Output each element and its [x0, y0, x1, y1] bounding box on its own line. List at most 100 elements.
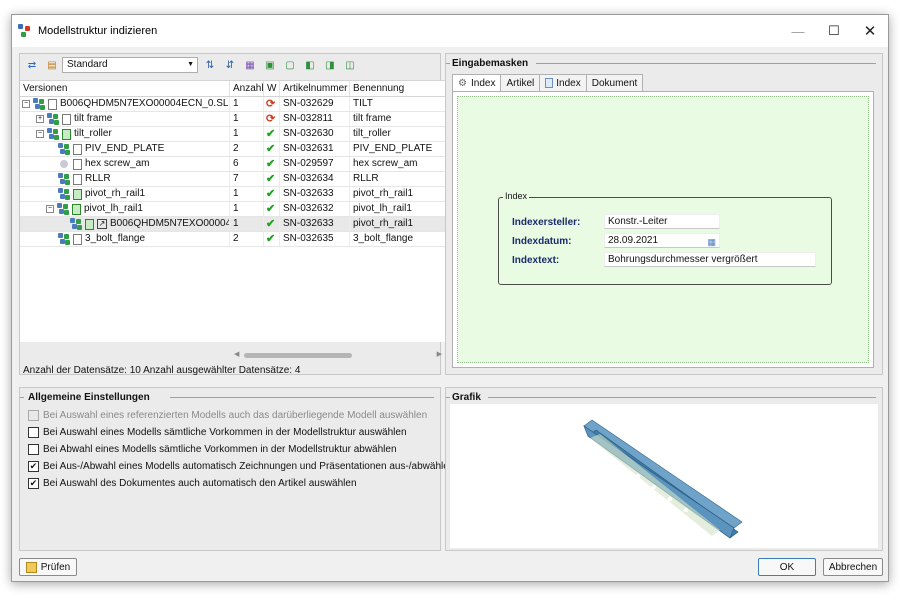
tree-horizontal-scrollbar[interactable]: ◀ ▶: [234, 351, 442, 360]
setting-checkbox[interactable]: [28, 427, 39, 438]
tree-cell-status: ✔: [264, 157, 280, 171]
tree-cell-name: + tilt frame: [20, 112, 230, 126]
tree-row[interactable]: hex screw_am 6 ✔ SN-029597 hex screw_am: [20, 157, 446, 172]
maximize-button[interactable]: ☐: [816, 15, 852, 47]
document-icon: [73, 173, 82, 185]
tree-item-label: pivot_lh_rail1: [84, 203, 143, 214]
index-date-field[interactable]: 28.09.2021 ▦: [604, 233, 720, 248]
index-creator-field[interactable]: Konstr.-Leiter: [604, 214, 720, 229]
minimize-button[interactable]: —: [780, 15, 816, 47]
checkmark-icon: ✔: [266, 173, 276, 185]
tree-cell-status: ⟳: [264, 97, 280, 111]
tree-row[interactable]: − B006QHDM5N7EXO00004ECN_0.SLDASM1⟳ SN-032…: [20, 97, 446, 112]
tree-row[interactable]: − pivot_lh_rail1 1 ✔ SN-032632 pivot_lh_rail1: [20, 202, 446, 217]
setting-checkbox[interactable]: ✔: [28, 461, 39, 472]
assembly-icon: [58, 173, 71, 185]
tree-item-label: B006QHDM5N7EXO00004ECN_0.SLDASM: [60, 98, 229, 109]
ok-button[interactable]: OK: [758, 558, 816, 576]
tree-row[interactable]: PIV_END_PLATE 2 ✔ SN-032631 PIV_END_PLATE: [20, 142, 446, 157]
tab-content: Index Indexersteller: Konstr.-Leiter Ind…: [452, 91, 874, 368]
tab-label: Artikel: [506, 77, 535, 89]
tab-index-active[interactable]: ⚙ Index: [452, 74, 502, 92]
setting-checkbox[interactable]: [28, 444, 39, 455]
tab-index-document[interactable]: Index: [539, 74, 587, 91]
assembly-icon: [47, 113, 60, 125]
tree-row[interactable]: 3_bolt_flange 2 ✔ SN-032635 3_bolt_flange: [20, 232, 446, 247]
settings-panel: Allgemeine Einstellungen Bei Auswahl ein…: [19, 387, 454, 551]
col-title[interactable]: Benennung: [350, 81, 446, 96]
expand-icon[interactable]: +: [36, 115, 44, 123]
setting-option[interactable]: Bei Auswahl eines Modells sämtliche Vork…: [28, 427, 407, 438]
tree-row[interactable]: + tilt frame 1 ⟳ SN-032811 tilt frame: [20, 112, 446, 127]
setting-option[interactable]: ✔ Bei Auswahl des Dokumentes auch automat…: [28, 478, 357, 489]
collapse-icon[interactable]: −: [22, 100, 30, 108]
document-icon: [73, 188, 82, 200]
deselect-all-icon[interactable]: ▢: [282, 57, 298, 73]
tree-cell-article: SN-032634: [280, 172, 350, 186]
group-line: [446, 397, 450, 398]
col-count[interactable]: Anzahl: [230, 81, 264, 96]
scroll-right-icon[interactable]: ▶: [437, 350, 442, 358]
tree-row[interactable]: RLLR 7 ✔ SN-032634 RLLR: [20, 172, 446, 187]
calendar-icon[interactable]: ▦: [707, 235, 716, 249]
tree-row[interactable]: − tilt_roller 1 ✔ SN-032630 tilt_roller: [20, 127, 446, 142]
document-icon: [48, 98, 57, 110]
setting-option[interactable]: Bei Abwahl eines Modells sämtliche Vorko…: [28, 444, 397, 455]
tree-item-label: B006QHDM5N7EXO00004ECN: [110, 218, 230, 229]
tree-header: Versionen Anzahl W Artikelnummer Benennu…: [20, 81, 446, 97]
setting-checkbox[interactable]: ✔: [28, 478, 39, 489]
tree-cell-count: 1: [230, 127, 264, 141]
scroll-thumb[interactable]: [244, 353, 352, 358]
tab-document[interactable]: Dokument: [585, 74, 644, 91]
index-text-field[interactable]: Bohrungsdurchmesser vergrößert: [604, 252, 816, 267]
part-icon: [58, 158, 71, 170]
tab-article[interactable]: Artikel: [500, 74, 541, 91]
tree-cell-name: PIV_END_PLATE: [20, 142, 230, 156]
document-icon: [73, 158, 82, 170]
refresh-icon[interactable]: ⇄: [24, 57, 40, 73]
document-filter-icon[interactable]: ◧: [302, 57, 318, 73]
expand-all-icon[interactable]: ⇅: [202, 57, 218, 73]
assembly-icon: [47, 128, 60, 140]
tree-row[interactable]: pivot_rh_rail1 1 ✔ SN-032633 pivot_rh_rail1: [20, 187, 446, 202]
model-preview[interactable]: [450, 404, 878, 548]
tree-cell-title: PIV_END_PLATE: [350, 142, 446, 156]
tree-cell-article: SN-029597: [280, 157, 350, 171]
tree-body: − B006QHDM5N7EXO00004ECN_0.SLDASM 1 ⟳ SN-032…: [20, 97, 446, 247]
tree-cell-title: 3_bolt_flange: [350, 232, 446, 246]
select-models-icon[interactable]: ▦: [242, 57, 258, 73]
filter-icon[interactable]: ▤: [44, 57, 60, 73]
tree-cell-title: RLLR: [350, 172, 446, 186]
tree-cell-article: SN-032632: [280, 202, 350, 216]
app-structure-icon: [18, 24, 32, 38]
close-button[interactable]: ✕: [852, 15, 888, 47]
col-versions[interactable]: Versionen: [20, 81, 230, 96]
index-text-label: Indextext:: [512, 255, 560, 266]
tree-cell-name: pivot_rh_rail1: [20, 187, 230, 201]
tree-cell-status: ✔: [264, 172, 280, 186]
select-all-icon[interactable]: ▣: [262, 57, 278, 73]
setting-label: Bei Auswahl eines referenzierten Modells…: [43, 410, 428, 421]
tree-item-label: 3_bolt_flange: [85, 233, 146, 244]
drawing-filter-icon[interactable]: ◫: [342, 57, 358, 73]
setting-checkbox: [28, 410, 39, 421]
scroll-left-icon[interactable]: ◀: [234, 350, 239, 358]
check-button[interactable]: Prüfen: [19, 558, 77, 576]
group-line: [20, 397, 24, 398]
profile-select[interactable]: Standard ▼: [62, 57, 198, 73]
cancel-button[interactable]: Abbrechen: [823, 558, 883, 576]
chevron-down-icon: ▼: [187, 61, 194, 68]
collapse-icon[interactable]: −: [46, 205, 54, 213]
tree-cell-status: ✔: [264, 232, 280, 246]
tree-row[interactable]: ↗B006QHDM5N7EXO00004ECN1✔ SN-032633pivot_…: [20, 217, 446, 232]
setting-option[interactable]: ✔ Bei Aus-/Abwahl eines Modells automatis…: [28, 461, 454, 472]
article-filter-icon[interactable]: ◨: [322, 57, 338, 73]
settings-title: Allgemeine Einstellungen: [28, 392, 150, 403]
tree-cell-title: hex screw_am: [350, 157, 446, 171]
col-w[interactable]: W: [264, 81, 280, 96]
collapse-icon[interactable]: −: [36, 130, 44, 138]
col-article[interactable]: Artikelnummer: [280, 81, 350, 96]
model-tree: Versionen Anzahl W Artikelnummer Benennu…: [20, 80, 446, 342]
checkmark-icon: ✔: [266, 128, 276, 140]
collapse-all-icon[interactable]: ⇵: [222, 57, 238, 73]
